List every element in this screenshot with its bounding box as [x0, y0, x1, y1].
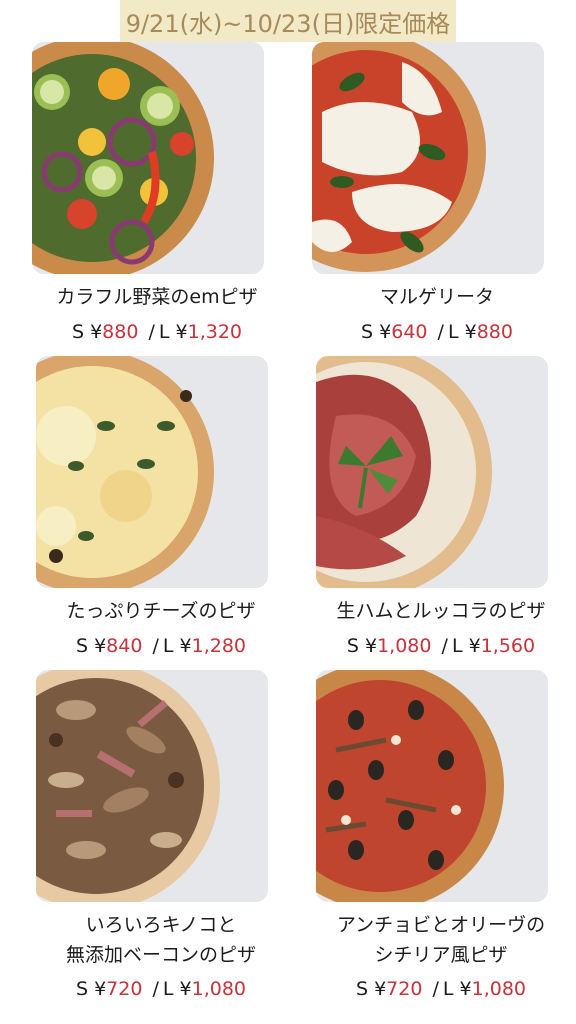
price-small: 720 — [106, 978, 143, 1000]
pizza-name-line2: シチリア風ピザ — [374, 944, 508, 966]
pizza-name-line2: 無添加ベーコンのピザ — [65, 944, 256, 966]
menu-card-margherita[interactable]: マルゲリータ S ¥640 /L ¥880 — [312, 42, 562, 347]
pizza-price: S ¥840 /L ¥1,280 — [75, 635, 247, 657]
pizza-photo — [36, 356, 268, 588]
price-large: 1,280 — [191, 635, 247, 657]
pizza-price: S ¥1,080 /L ¥1,560 — [346, 635, 536, 657]
price-small: 720 — [386, 978, 423, 1000]
price-large: 1,080 — [191, 978, 247, 1000]
pizza-photo — [32, 42, 264, 274]
price-small: 880 — [102, 321, 139, 343]
price-small: 1,080 — [377, 635, 432, 657]
price-large: 1,560 — [480, 635, 536, 657]
menu-card-mushroom-bacon[interactable]: いろいろキノコと 無添加ベーコンのピザ S ¥720 /L ¥1,080 — [36, 670, 286, 1004]
menu-card-anchovy-olive[interactable]: アンチョビとオリーヴの シチリア風ピザ S ¥720 /L ¥1,080 — [316, 670, 566, 1004]
pizza-image — [36, 670, 220, 902]
pizza-name: アンチョビとオリーヴの — [336, 914, 546, 936]
pizza-name: たっぷりチーズのピザ — [66, 600, 256, 622]
pizza-image — [36, 356, 214, 588]
pizza-name: いろいろキノコと — [85, 914, 237, 936]
pizza-name: マルゲリータ — [379, 286, 494, 308]
price-large: 1,320 — [187, 321, 243, 343]
pizza-price: S ¥720 /L ¥1,080 — [355, 978, 527, 1000]
price-large: 1,080 — [471, 978, 527, 1000]
pizza-image — [312, 42, 486, 272]
pizza-photo — [316, 670, 548, 902]
pizza-name: カラフル野菜のemピザ — [56, 286, 258, 308]
menu-card-cheese[interactable]: たっぷりチーズのピザ S ¥840 /L ¥1,280 — [36, 356, 286, 661]
pizza-price: S ¥880 /L ¥1,320 — [71, 321, 243, 343]
menu-card-colorful-veg[interactable]: カラフル野菜のemピザ S ¥880 /L ¥1,320 — [32, 42, 282, 347]
price-small: 840 — [106, 635, 143, 657]
price-small: 640 — [391, 321, 428, 343]
pizza-price: S ¥720 /L ¥1,080 — [75, 978, 247, 1000]
menu-card-prosciutto[interactable]: 生ハムとルッコラのピザ S ¥1,080 /L ¥1,560 — [316, 356, 566, 661]
pizza-photo — [36, 670, 268, 902]
pizza-price: S ¥640 /L ¥880 — [361, 321, 513, 343]
pizza-name: 生ハムとルッコラのピザ — [336, 600, 546, 622]
pizza-photo — [312, 42, 544, 274]
pizza-image — [316, 356, 492, 588]
date-banner: 9/21(水)~10/23(日)限定価格 — [120, 0, 456, 42]
pizza-photo — [316, 356, 548, 588]
price-large: 880 — [476, 321, 513, 343]
pizza-image — [32, 42, 214, 274]
pizza-image — [316, 670, 504, 902]
banner-text: 9/21(水)~10/23(日)限定価格 — [125, 9, 451, 38]
